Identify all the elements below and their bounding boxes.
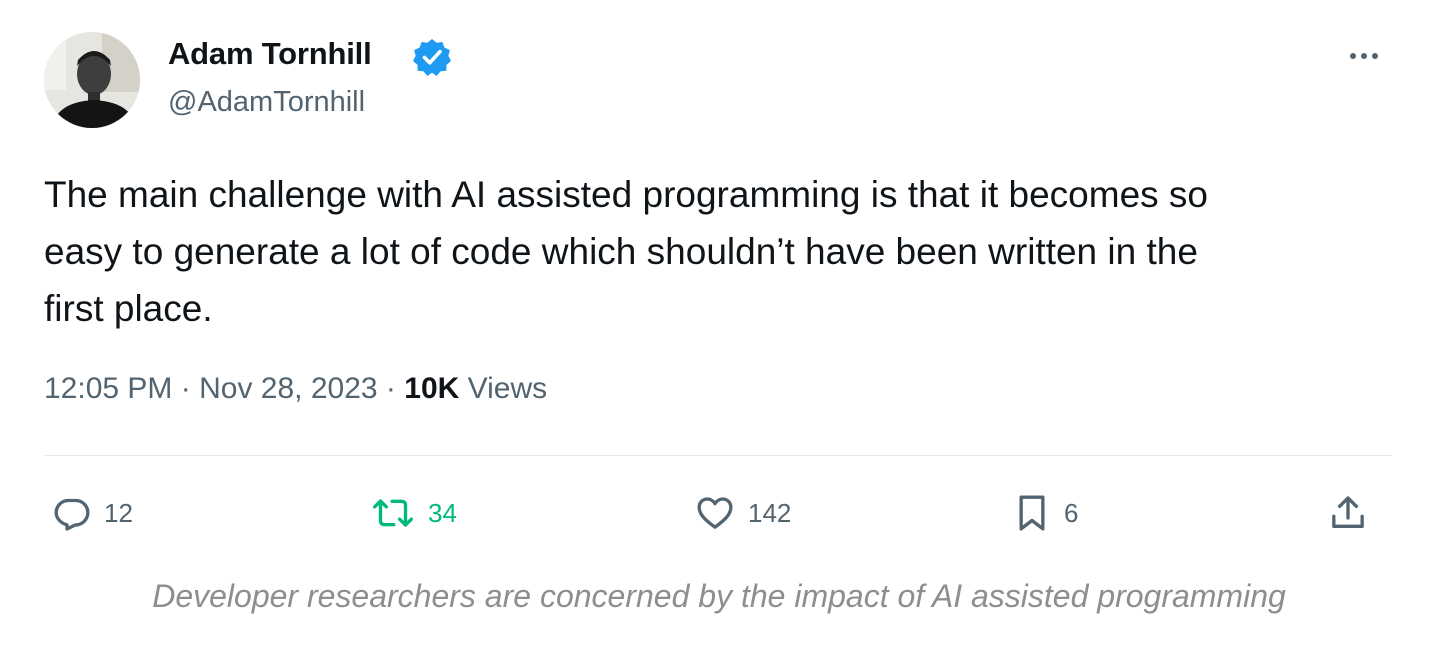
reply-count: 12 bbox=[104, 497, 133, 528]
like-count: 142 bbox=[748, 497, 792, 528]
bookmark-icon bbox=[1019, 495, 1045, 531]
tweet-text-line: first place. bbox=[44, 288, 213, 329]
reply-button[interactable]: 12 bbox=[52, 488, 133, 538]
like-button[interactable]: 142 bbox=[694, 488, 791, 538]
tweet-text: The main challenge with AI assisted prog… bbox=[44, 166, 1404, 337]
author-handle[interactable]: @AdamTornhill bbox=[168, 86, 365, 119]
tweet-time[interactable]: 12:05 PM bbox=[44, 372, 172, 405]
retweet-icon bbox=[373, 499, 413, 527]
verified-badge-icon bbox=[413, 39, 451, 76]
bookmark-button[interactable]: 6 bbox=[1012, 488, 1078, 538]
meta-separator: · bbox=[180, 372, 191, 405]
avatar-image bbox=[44, 32, 140, 128]
more-options-dot bbox=[1372, 53, 1378, 59]
views-label: Views bbox=[467, 372, 548, 405]
image-caption: Developer researchers are concerned by t… bbox=[152, 578, 1286, 614]
avatar[interactable] bbox=[44, 32, 140, 128]
retweet-button[interactable]: 34 bbox=[370, 488, 457, 538]
more-options-icon bbox=[1350, 53, 1356, 59]
more-options-button[interactable] bbox=[1336, 38, 1392, 74]
meta-separator: · bbox=[385, 372, 396, 405]
author-name[interactable]: Adam Tornhill bbox=[168, 36, 372, 72]
reply-icon bbox=[54, 498, 90, 531]
views-count: 10K bbox=[404, 372, 460, 405]
more-options-dot bbox=[1361, 53, 1367, 59]
tweet-text-line: easy to generate a lot of code which sho… bbox=[44, 231, 1198, 272]
share-icon bbox=[1332, 496, 1364, 528]
tweet-text-line: The main challenge with AI assisted prog… bbox=[44, 174, 1209, 215]
divider bbox=[44, 455, 1392, 456]
tweet-meta: 12:05 PM · Nov 28, 2023 · 10K Views bbox=[44, 372, 547, 406]
share-button[interactable] bbox=[1328, 488, 1368, 538]
bookmark-count: 6 bbox=[1064, 497, 1079, 528]
heart-icon bbox=[697, 497, 733, 529]
tweet-card: Adam Tornhill @AdamTornhill The main cha… bbox=[0, 0, 1438, 560]
tweet-date[interactable]: Nov 28, 2023 bbox=[199, 372, 377, 405]
retweet-count: 34 bbox=[428, 497, 457, 528]
